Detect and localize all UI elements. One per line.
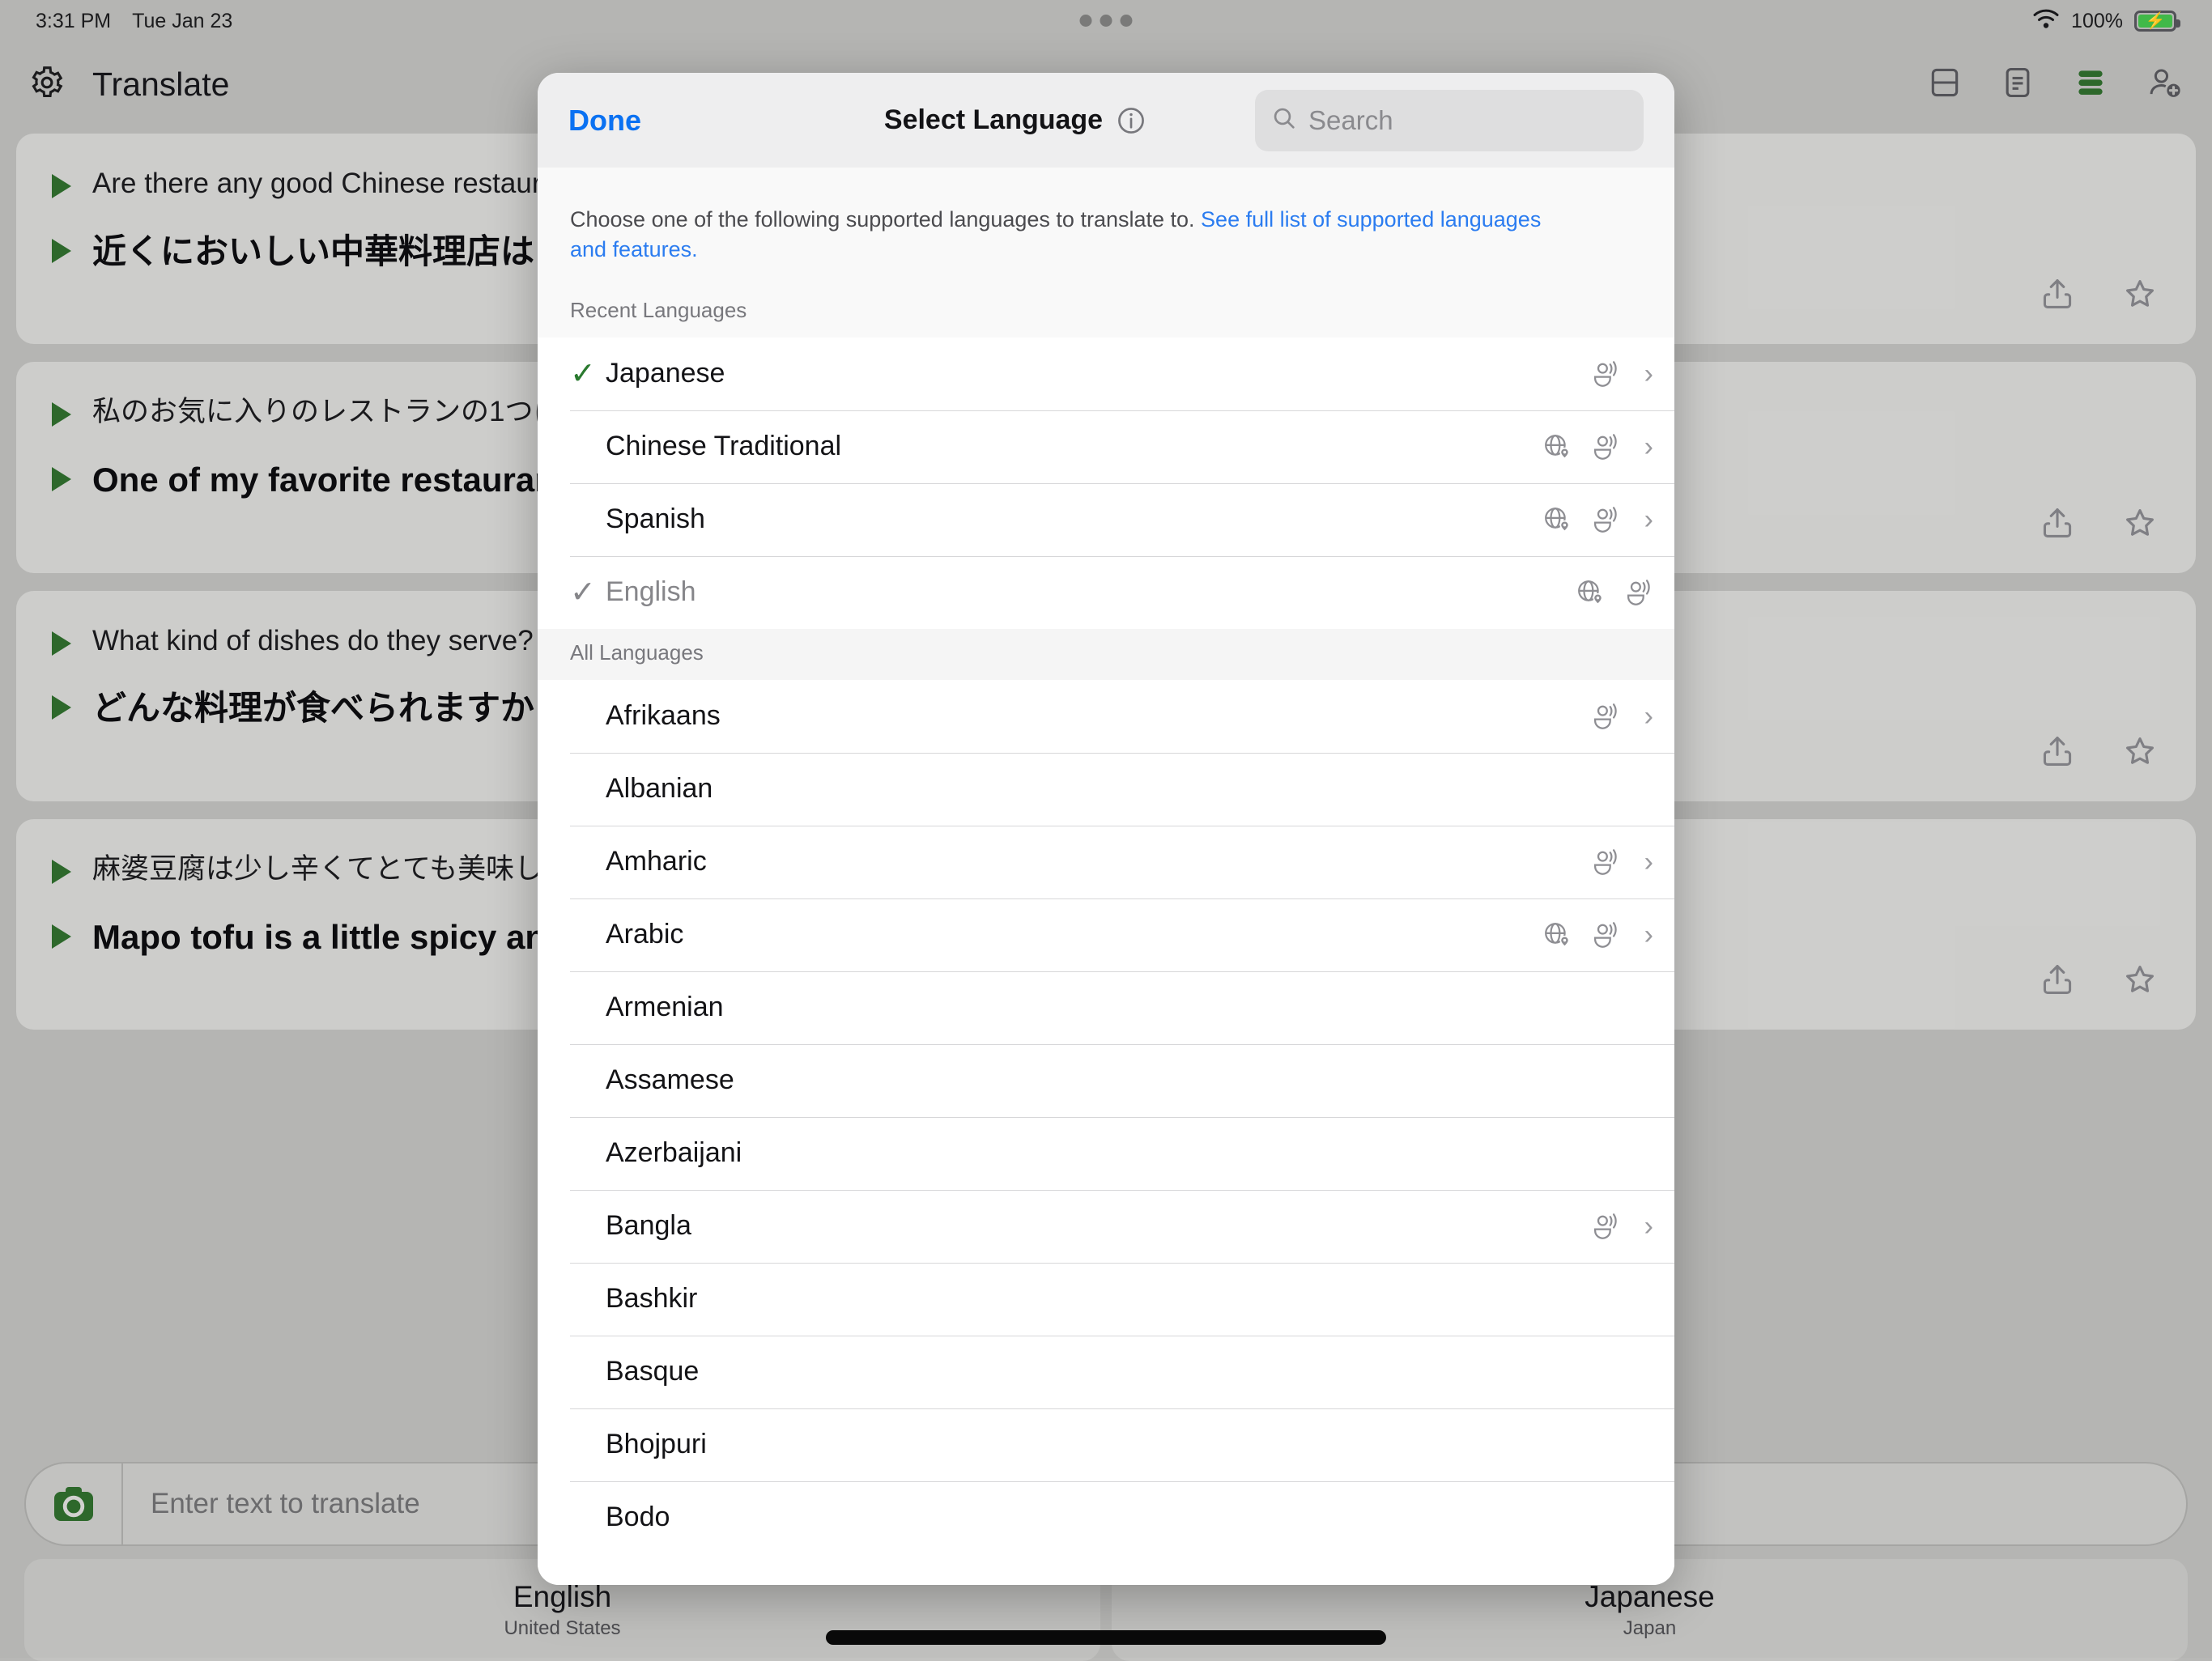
intro-block: Choose one of the following supported la… xyxy=(538,168,1674,298)
language-row-assamese[interactable]: Assamese xyxy=(538,1044,1674,1117)
language-row-azerbaijani[interactable]: Azerbaijani xyxy=(538,1117,1674,1190)
person-speaking-icon xyxy=(1591,432,1620,461)
checkmark-icon: ✓ xyxy=(570,359,596,389)
info-circle-icon[interactable] xyxy=(1116,105,1146,136)
row-icons: › xyxy=(1591,702,1653,731)
globe-pin-icon xyxy=(1542,432,1572,461)
intro-sentence: Choose one of the following supported la… xyxy=(570,207,1201,232)
language-name: Bodo xyxy=(606,1502,670,1533)
row-icons: › xyxy=(1542,432,1653,461)
language-name: Amharic xyxy=(606,846,707,877)
row-icons: › xyxy=(1542,920,1653,949)
checkmark-icon: ✓ xyxy=(570,577,596,608)
modal-header: Done Select Language Search xyxy=(538,73,1674,168)
modal-title: Select Language xyxy=(884,104,1103,136)
language-name: Albanian xyxy=(606,773,713,805)
language-name: Armenian xyxy=(606,992,724,1023)
language-name: Japanese xyxy=(606,358,725,389)
language-sections: Recent Languages✓Japanese›Chinese Tradit… xyxy=(538,298,1674,1554)
language-name: Spanish xyxy=(606,503,705,535)
language-row-basque[interactable]: Basque xyxy=(538,1336,1674,1408)
language-name: Chinese Traditional xyxy=(606,431,841,462)
intro-text: Choose one of the following supported la… xyxy=(570,205,1566,266)
language-row-afrikaans[interactable]: Afrikaans › xyxy=(538,680,1674,753)
language-name: Basque xyxy=(606,1356,699,1387)
globe-pin-icon xyxy=(1542,920,1572,949)
language-row-bashkir[interactable]: Bashkir xyxy=(538,1263,1674,1336)
person-speaking-icon xyxy=(1591,920,1620,949)
language-name: Assamese xyxy=(606,1064,734,1096)
chevron-right-icon[interactable]: › xyxy=(1644,506,1653,533)
language-row-amharic[interactable]: Amharic › xyxy=(538,826,1674,898)
language-row-albanian[interactable]: Albanian xyxy=(538,753,1674,826)
language-name: Azerbaijani xyxy=(606,1137,742,1169)
chevron-right-icon[interactable]: › xyxy=(1644,360,1653,388)
select-language-modal: Done Select Language Search Choos xyxy=(538,73,1674,1585)
language-row-arabic[interactable]: Arabic › xyxy=(538,898,1674,971)
language-name: English xyxy=(606,576,696,608)
language-name: Afrikaans xyxy=(606,700,721,732)
language-row-chinese-traditional[interactable]: Chinese Traditional › xyxy=(538,410,1674,483)
search-icon xyxy=(1271,105,1297,135)
globe-pin-icon xyxy=(1542,505,1572,534)
check-slot: ✓ xyxy=(570,359,606,389)
section-header: All Languages xyxy=(538,629,1674,680)
chevron-right-icon[interactable]: › xyxy=(1644,921,1653,949)
row-icons: › xyxy=(1591,359,1653,389)
language-row-bodo[interactable]: Bodo xyxy=(538,1481,1674,1554)
language-name: Bhojpuri xyxy=(606,1429,707,1460)
language-name: Bangla xyxy=(606,1210,691,1242)
person-speaking-icon xyxy=(1591,359,1620,389)
globe-pin-icon xyxy=(1576,578,1605,607)
check-slot: ✓ xyxy=(570,577,606,608)
search-input[interactable]: Search xyxy=(1308,105,1393,136)
chevron-right-icon[interactable]: › xyxy=(1644,703,1653,730)
search-box[interactable]: Search xyxy=(1255,90,1644,151)
language-row-spanish[interactable]: Spanish › xyxy=(538,483,1674,556)
chevron-right-icon[interactable]: › xyxy=(1644,433,1653,461)
done-button[interactable]: Done xyxy=(568,104,641,138)
row-icons: › xyxy=(1591,847,1653,877)
chevron-right-icon[interactable]: › xyxy=(1644,1213,1653,1240)
person-speaking-icon xyxy=(1591,505,1620,534)
language-row-bhojpuri[interactable]: Bhojpuri xyxy=(538,1408,1674,1481)
language-row-english[interactable]: ✓ English xyxy=(538,556,1674,629)
person-speaking-icon xyxy=(1624,578,1653,607)
person-speaking-icon xyxy=(1591,847,1620,877)
language-name: Bashkir xyxy=(606,1283,697,1315)
person-speaking-icon xyxy=(1591,702,1620,731)
language-row-japanese[interactable]: ✓ Japanese › xyxy=(538,338,1674,410)
modal-body[interactable]: Choose one of the following supported la… xyxy=(538,168,1674,1585)
language-row-bangla[interactable]: Bangla › xyxy=(538,1190,1674,1263)
row-icons xyxy=(1576,578,1653,607)
row-icons: › xyxy=(1542,505,1653,534)
section-header: Recent Languages xyxy=(538,298,1674,338)
row-icons: › xyxy=(1591,1212,1653,1241)
chevron-right-icon[interactable]: › xyxy=(1644,848,1653,876)
language-row-armenian[interactable]: Armenian xyxy=(538,971,1674,1044)
language-name: Arabic xyxy=(606,919,683,950)
person-speaking-icon xyxy=(1591,1212,1620,1241)
